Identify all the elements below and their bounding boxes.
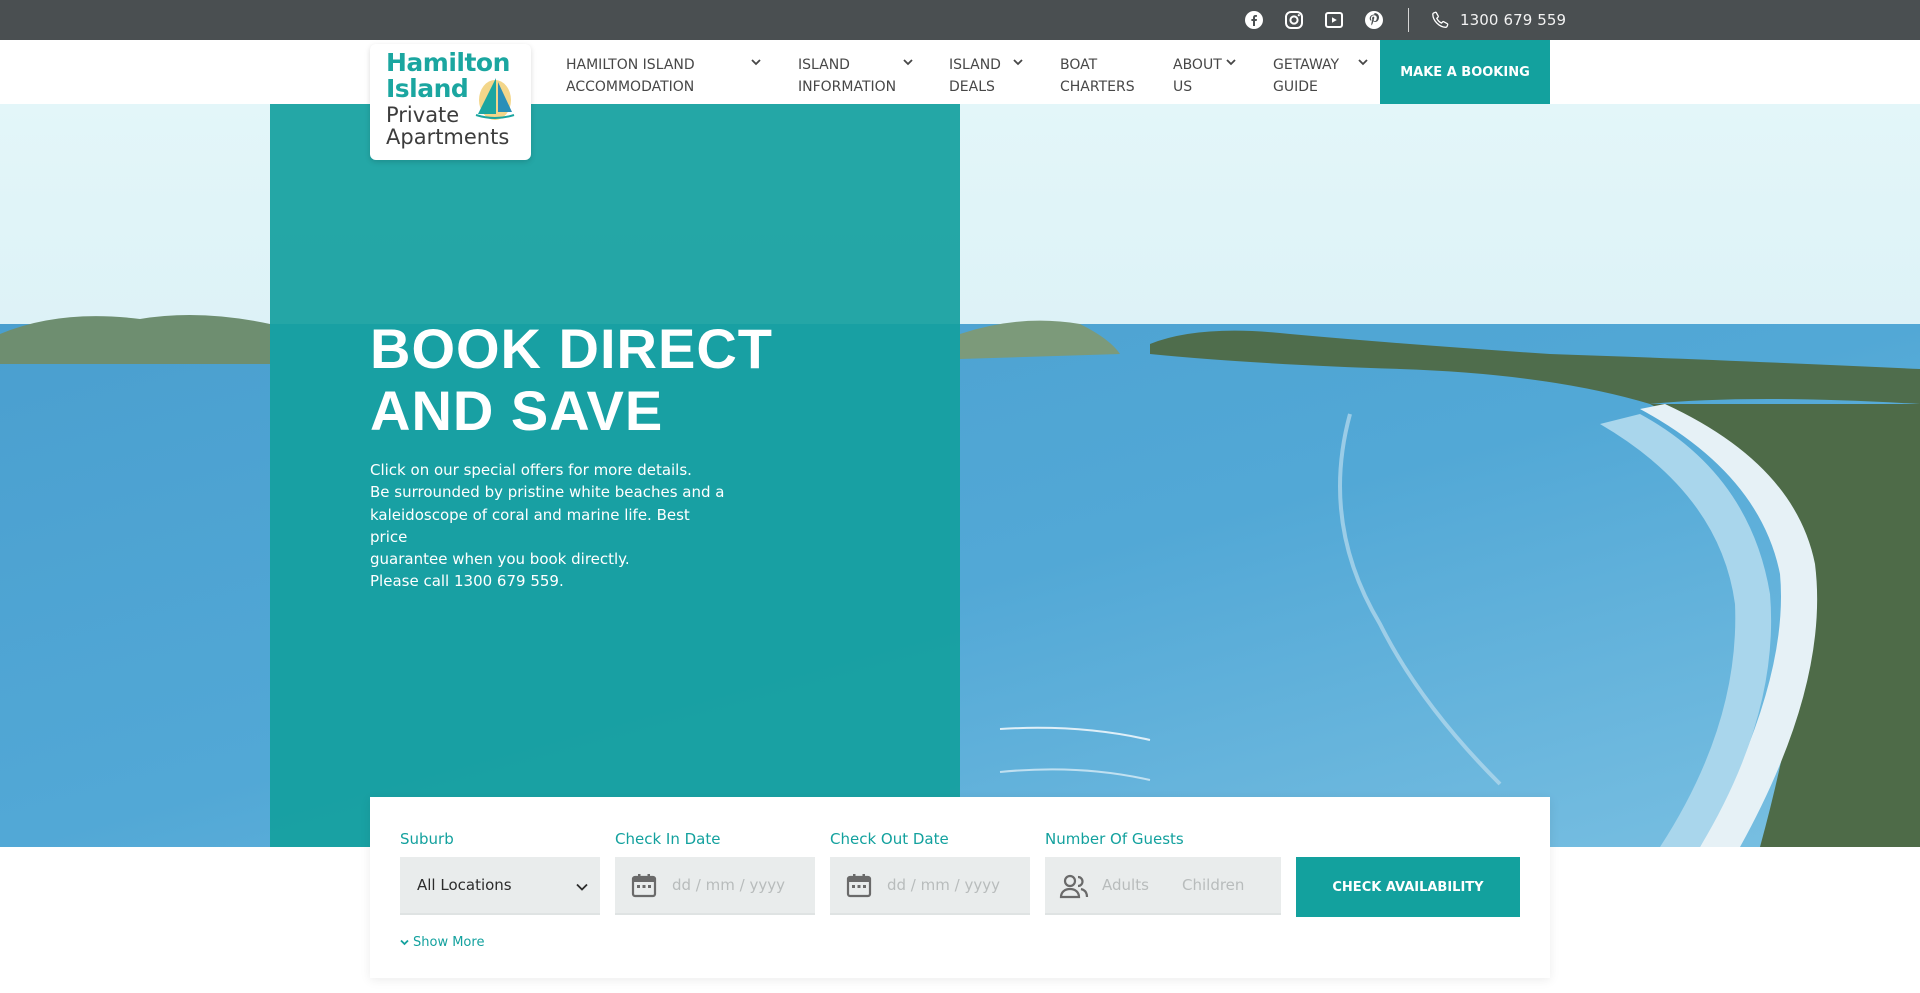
check-out-date-input[interactable]: dd / mm / yyyy <box>830 857 1030 915</box>
nav-label-line-1: BOAT <box>1060 57 1098 73</box>
phone-icon[interactable] <box>1430 10 1450 30</box>
suburb-select[interactable]: All Locations <box>400 857 600 915</box>
availability-search-form: Suburb All Locations Check In Date dd / … <box>370 797 1550 978</box>
chevron-down-icon <box>576 883 588 891</box>
hero-title-line-2: AND SAVE <box>370 379 664 442</box>
hero-description: Click on our special offers for more det… <box>370 459 730 593</box>
check-in-date-label: Check In Date <box>615 830 721 848</box>
chevron-down-icon <box>400 939 409 946</box>
youtube-icon[interactable] <box>1322 8 1346 32</box>
check-out-date-label: Check Out Date <box>830 830 949 848</box>
topbar-phone-number[interactable]: 1300 679 559 <box>1460 11 1566 29</box>
main-navigation: HAMILTON ISLAND ACCOMMODATION ISLAND INF… <box>0 40 1920 104</box>
suburb-label: Suburb <box>400 830 454 848</box>
suburb-select-value: All Locations <box>417 876 512 894</box>
nav-label-line-2: US <box>1173 79 1193 95</box>
logo-text-apartments: Apartments <box>386 125 510 149</box>
hero-title-line-1: BOOK DIRECT <box>370 317 773 380</box>
hero-text-line: Click on our special offers for more det… <box>370 461 692 479</box>
site-logo[interactable]: Hamilton Island Private Apartments <box>370 44 531 160</box>
hero-text-line: guarantee when you book directly. <box>370 550 630 569</box>
logo-text-private: Private <box>386 103 460 127</box>
adults-input[interactable]: Adults <box>1102 876 1149 894</box>
hero-text-line: Be surrounded by pristine white beaches … <box>370 483 725 502</box>
chevron-down-icon <box>1226 59 1236 66</box>
nav-item-island-deals[interactable]: ISLAND DEALS <box>949 54 1029 98</box>
make-a-booking-button[interactable]: MAKE A BOOKING <box>1380 40 1550 104</box>
nav-label-line-2: CHARTERS <box>1060 79 1135 95</box>
number-of-guests-label: Number Of Guests <box>1045 830 1184 848</box>
show-more-link[interactable]: Show More <box>400 935 484 950</box>
nav-label-line-1: HAMILTON ISLAND <box>566 57 695 73</box>
hero-text-line: kaleidoscope of coral and marine life. B… <box>370 505 690 546</box>
check-in-date-input[interactable]: dd / mm / yyyy <box>615 857 815 915</box>
calendar-icon <box>846 874 872 898</box>
chevron-down-icon <box>1358 59 1368 66</box>
chevron-down-icon <box>903 59 913 66</box>
chevron-down-icon <box>1013 59 1023 66</box>
hero-title: BOOK DIRECT AND SAVE <box>370 318 930 442</box>
nav-label-line-2: INFORMATION <box>798 79 897 95</box>
nav-item-island-information[interactable]: ISLAND INFORMATION <box>798 54 918 98</box>
calendar-icon <box>631 874 657 898</box>
check-availability-button[interactable]: CHECK AVAILABILITY <box>1296 857 1520 917</box>
children-input[interactable]: Children <box>1182 876 1244 894</box>
chevron-down-icon <box>751 59 761 66</box>
number-of-guests-input[interactable]: Adults Children <box>1045 857 1281 915</box>
users-icon <box>1059 874 1089 899</box>
pinterest-icon[interactable] <box>1362 8 1386 32</box>
facebook-icon[interactable] <box>1242 8 1266 32</box>
logo-text-hamilton: Hamilton <box>386 48 510 77</box>
logo-text-island: Island <box>386 74 469 103</box>
top-bar: 1300 679 559 <box>0 0 1920 40</box>
show-more-label: Show More <box>413 935 485 950</box>
check-in-date-placeholder: dd / mm / yyyy <box>672 876 785 894</box>
nav-label-line-2: DEALS <box>949 79 995 95</box>
nav-item-about-us[interactable]: ABOUT US <box>1173 54 1248 98</box>
nav-label-line-1: ISLAND <box>798 57 850 73</box>
nav-item-getaway-guide[interactable]: GETAWAY GUIDE <box>1273 54 1373 98</box>
nav-label-line-2: GUIDE <box>1273 79 1318 95</box>
nav-item-hamilton-island-accommodation[interactable]: HAMILTON ISLAND ACCOMMODATION <box>566 54 766 98</box>
hero-text-line: Please call 1300 679 559. <box>370 572 564 591</box>
instagram-icon[interactable] <box>1282 8 1306 32</box>
topbar-divider <box>1408 8 1409 32</box>
nav-item-boat-charters[interactable]: BOAT CHARTERS <box>1060 54 1150 98</box>
check-out-date-placeholder: dd / mm / yyyy <box>887 876 1000 894</box>
nav-label-line-2: ACCOMMODATION <box>566 79 695 95</box>
sailboat-icon <box>475 78 515 120</box>
